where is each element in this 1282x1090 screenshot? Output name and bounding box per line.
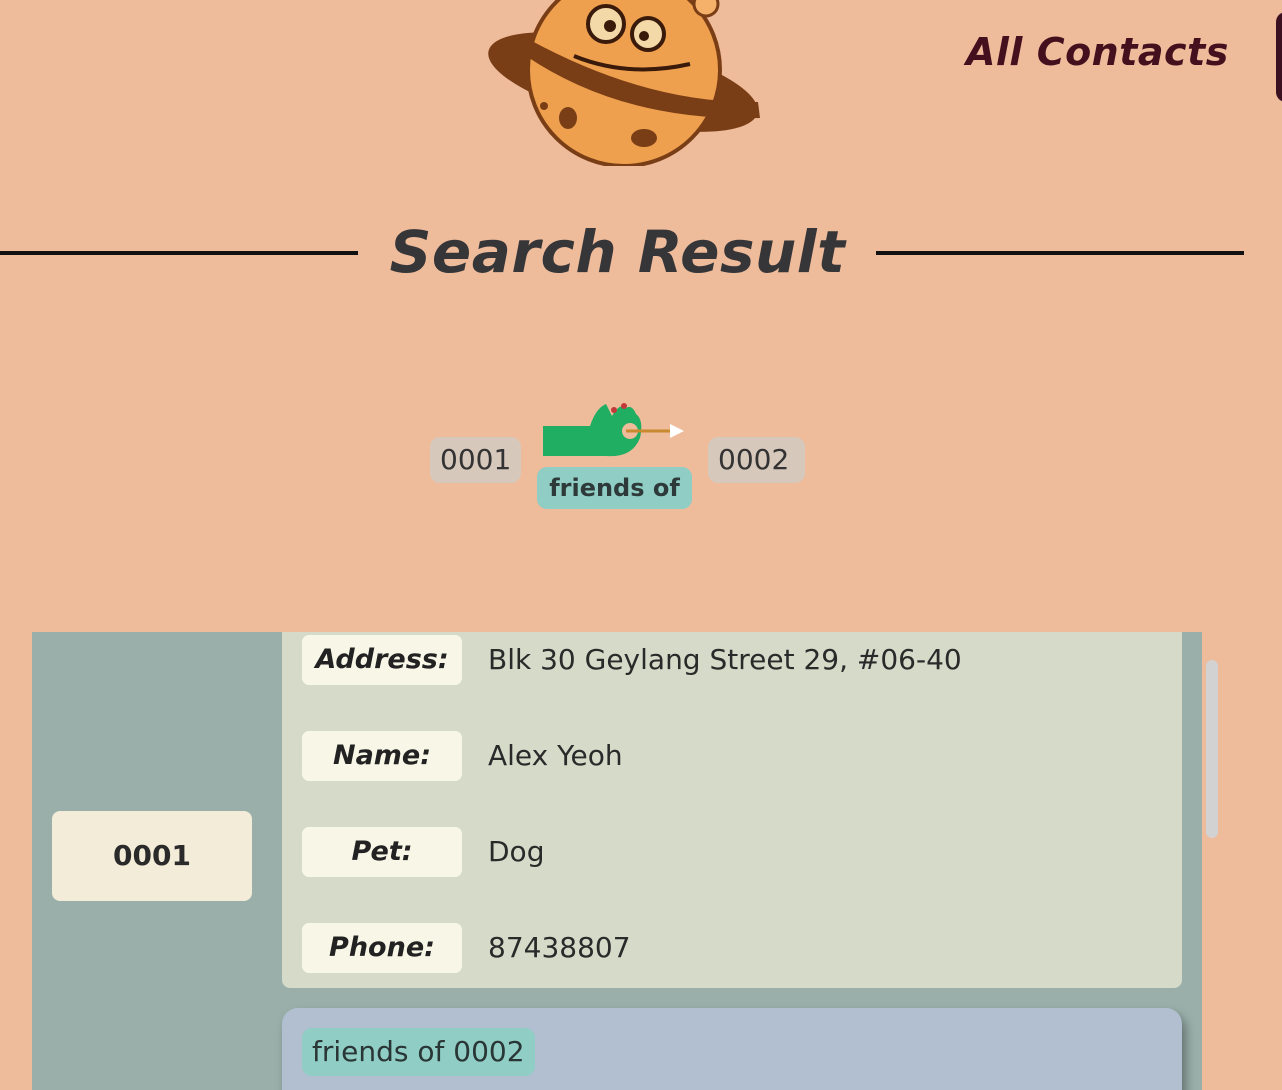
menu-button-edge[interactable] xyxy=(1276,12,1282,102)
page-title: Search Result xyxy=(389,218,846,286)
all-contacts-link[interactable]: All Contacts xyxy=(966,30,1229,74)
field-row-name: Name: Alex Yeoh xyxy=(302,731,1162,781)
field-value: Alex Yeoh xyxy=(488,739,623,772)
relations-tags-panel: friends of 0002 xyxy=(282,1008,1182,1090)
field-row-phone: Phone: 87438807 xyxy=(302,923,1162,973)
relation-label: friends of xyxy=(537,467,692,509)
field-value: Blk 30 Geylang Street 29, #06-40 xyxy=(488,643,962,676)
contact-result-card[interactable]: 0001 Address: Blk 30 Geylang Street 29, … xyxy=(32,632,1202,1090)
field-value: 87438807 xyxy=(488,931,631,964)
title-rule-right xyxy=(876,251,1244,255)
field-row-pet: Pet: Dog xyxy=(302,827,1162,877)
field-label: Phone: xyxy=(302,923,462,973)
field-value: Dog xyxy=(488,835,545,868)
contact-details-panel: Address: Blk 30 Geylang Street 29, #06-4… xyxy=(282,632,1182,988)
field-row-address: Address: Blk 30 Geylang Street 29, #06-4… xyxy=(302,635,1162,685)
relation-tag[interactable]: friends of 0002 xyxy=(302,1028,535,1076)
title-rule-left xyxy=(0,251,358,255)
field-label: Address: xyxy=(302,635,462,685)
field-label: Pet: xyxy=(302,827,462,877)
contact-id-badge: 0001 xyxy=(52,811,252,901)
hand-arrow-icon xyxy=(543,403,684,457)
relation-to-id: 0002 xyxy=(708,437,805,483)
field-label: Name: xyxy=(302,731,462,781)
cookie-planet-logo xyxy=(488,0,760,166)
relation-from-id: 0001 xyxy=(430,437,521,483)
scrollbar-thumb[interactable] xyxy=(1206,660,1218,838)
